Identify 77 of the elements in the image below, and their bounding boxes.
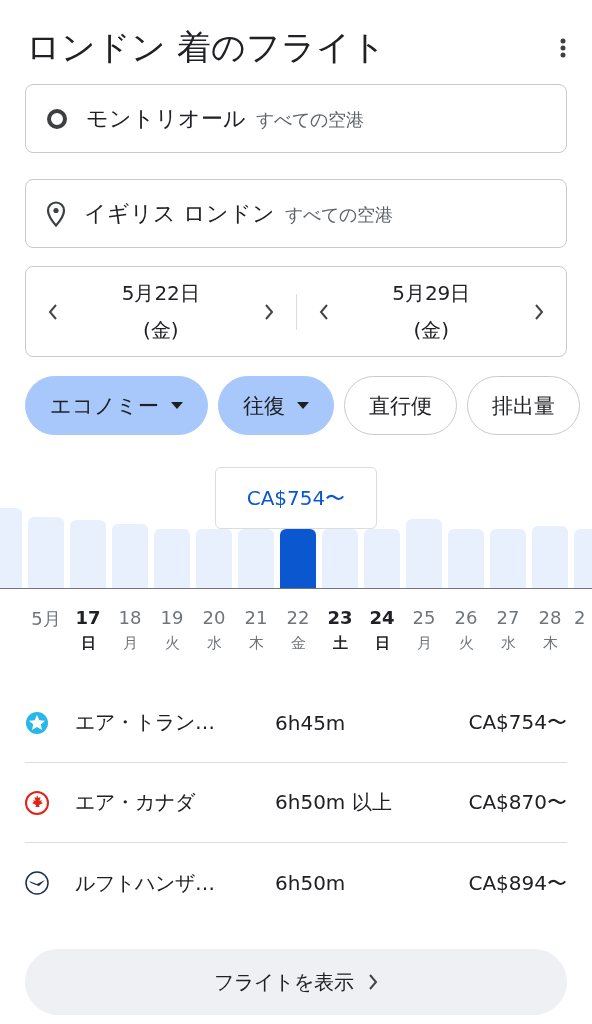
flight-duration: 6h50m	[275, 871, 347, 895]
airline-name: エア・トラン…	[75, 709, 216, 736]
flight-price: CA$894〜	[468, 869, 567, 897]
day-number: 24	[369, 607, 395, 628]
day-number: 17	[75, 607, 101, 628]
selected-price-bar[interactable]	[280, 529, 316, 588]
star-logo-icon	[25, 710, 49, 735]
day-number: 20	[202, 607, 226, 628]
flight-price: CA$870〜	[468, 789, 567, 816]
chevron-right-icon	[368, 974, 378, 990]
price-bar[interactable]	[196, 529, 232, 588]
more-vert-icon	[560, 38, 566, 58]
day-number: 22	[286, 607, 310, 628]
price-bar[interactable]	[448, 529, 484, 588]
filter-chip[interactable]: 排出量	[467, 376, 580, 435]
day-number: 27	[496, 607, 520, 628]
price-bar[interactable]	[238, 529, 274, 588]
ring-icon	[46, 107, 68, 130]
location-pin-icon	[46, 200, 66, 227]
price-bar[interactable]	[406, 519, 442, 588]
weekday-label: 火	[164, 634, 180, 653]
day-number: 2	[574, 607, 586, 628]
price-bar[interactable]	[112, 524, 148, 588]
caret-icon	[171, 402, 183, 409]
price-bar[interactable]	[70, 520, 106, 588]
weekday-label: 木	[248, 634, 264, 653]
weekday-label: 水	[500, 634, 516, 653]
flight-price: CA$754〜	[468, 709, 567, 736]
day-number: 5月	[31, 607, 61, 631]
day-number: 28	[538, 607, 562, 628]
origin-value: モントリオール	[86, 105, 246, 131]
weekday-label: 月	[122, 634, 138, 653]
price-bar[interactable]	[154, 529, 190, 588]
destination-hint: すべての空港	[285, 203, 393, 225]
price-bar[interactable]	[532, 526, 568, 588]
price-bar[interactable]	[28, 517, 64, 588]
weekday-label: 月	[416, 634, 432, 653]
filter-chip[interactable]: 往復	[218, 376, 334, 435]
day-number: 25	[412, 607, 436, 628]
weekday-label: 日	[374, 634, 390, 653]
filter-chip[interactable]: 直行便	[344, 376, 457, 435]
price-bar[interactable]	[490, 529, 526, 588]
chevron-left-icon	[318, 303, 329, 320]
chevron-right-icon	[263, 303, 274, 320]
airline-name: エア・カナダ	[75, 789, 197, 816]
flight-duration: 6h50m 以上	[275, 789, 393, 816]
weekday-label: 日	[80, 634, 96, 653]
day-number: 23	[327, 607, 353, 628]
page-title: ロンドン 着のフライト	[26, 26, 386, 69]
price-bar[interactable]	[322, 529, 358, 588]
price-bar[interactable]	[364, 529, 400, 588]
date-text: 5月29日	[392, 279, 471, 307]
origin-hint: すべての空港	[256, 108, 364, 130]
date-text: 5月22日	[121, 279, 200, 307]
chevron-left-icon	[48, 303, 58, 320]
destination-value: イギリス ロンドン	[84, 200, 275, 226]
maple-leaf-icon	[25, 790, 49, 815]
day-number: 19	[160, 607, 184, 628]
weekday-label: 水	[206, 634, 222, 653]
price-tooltip: CA$754〜	[215, 467, 377, 529]
destination-field[interactable]: イギリス ロンドン すべての空港	[25, 179, 567, 248]
airline-name: ルフトハンザ…	[75, 869, 216, 897]
filter-chip[interactable]: エコノミー	[25, 376, 208, 435]
weekday-label: 土	[332, 634, 348, 653]
weekday-label: 火	[458, 634, 474, 653]
weekday-label: 木	[542, 634, 558, 653]
origin-field[interactable]: モントリオール すべての空港	[25, 84, 567, 153]
caret-icon	[297, 402, 309, 409]
chevron-right-icon	[534, 303, 544, 320]
show-flights-button[interactable]: フライトを表示	[25, 949, 567, 1015]
weekday-text: (金)	[142, 316, 179, 344]
day-number: 18	[118, 607, 142, 628]
weekday-text: (金)	[413, 316, 450, 344]
day-number: 21	[244, 607, 268, 628]
weekday-label: 金	[290, 634, 306, 653]
flight-duration: 6h45m	[275, 710, 347, 735]
day-number: 26	[454, 607, 478, 628]
